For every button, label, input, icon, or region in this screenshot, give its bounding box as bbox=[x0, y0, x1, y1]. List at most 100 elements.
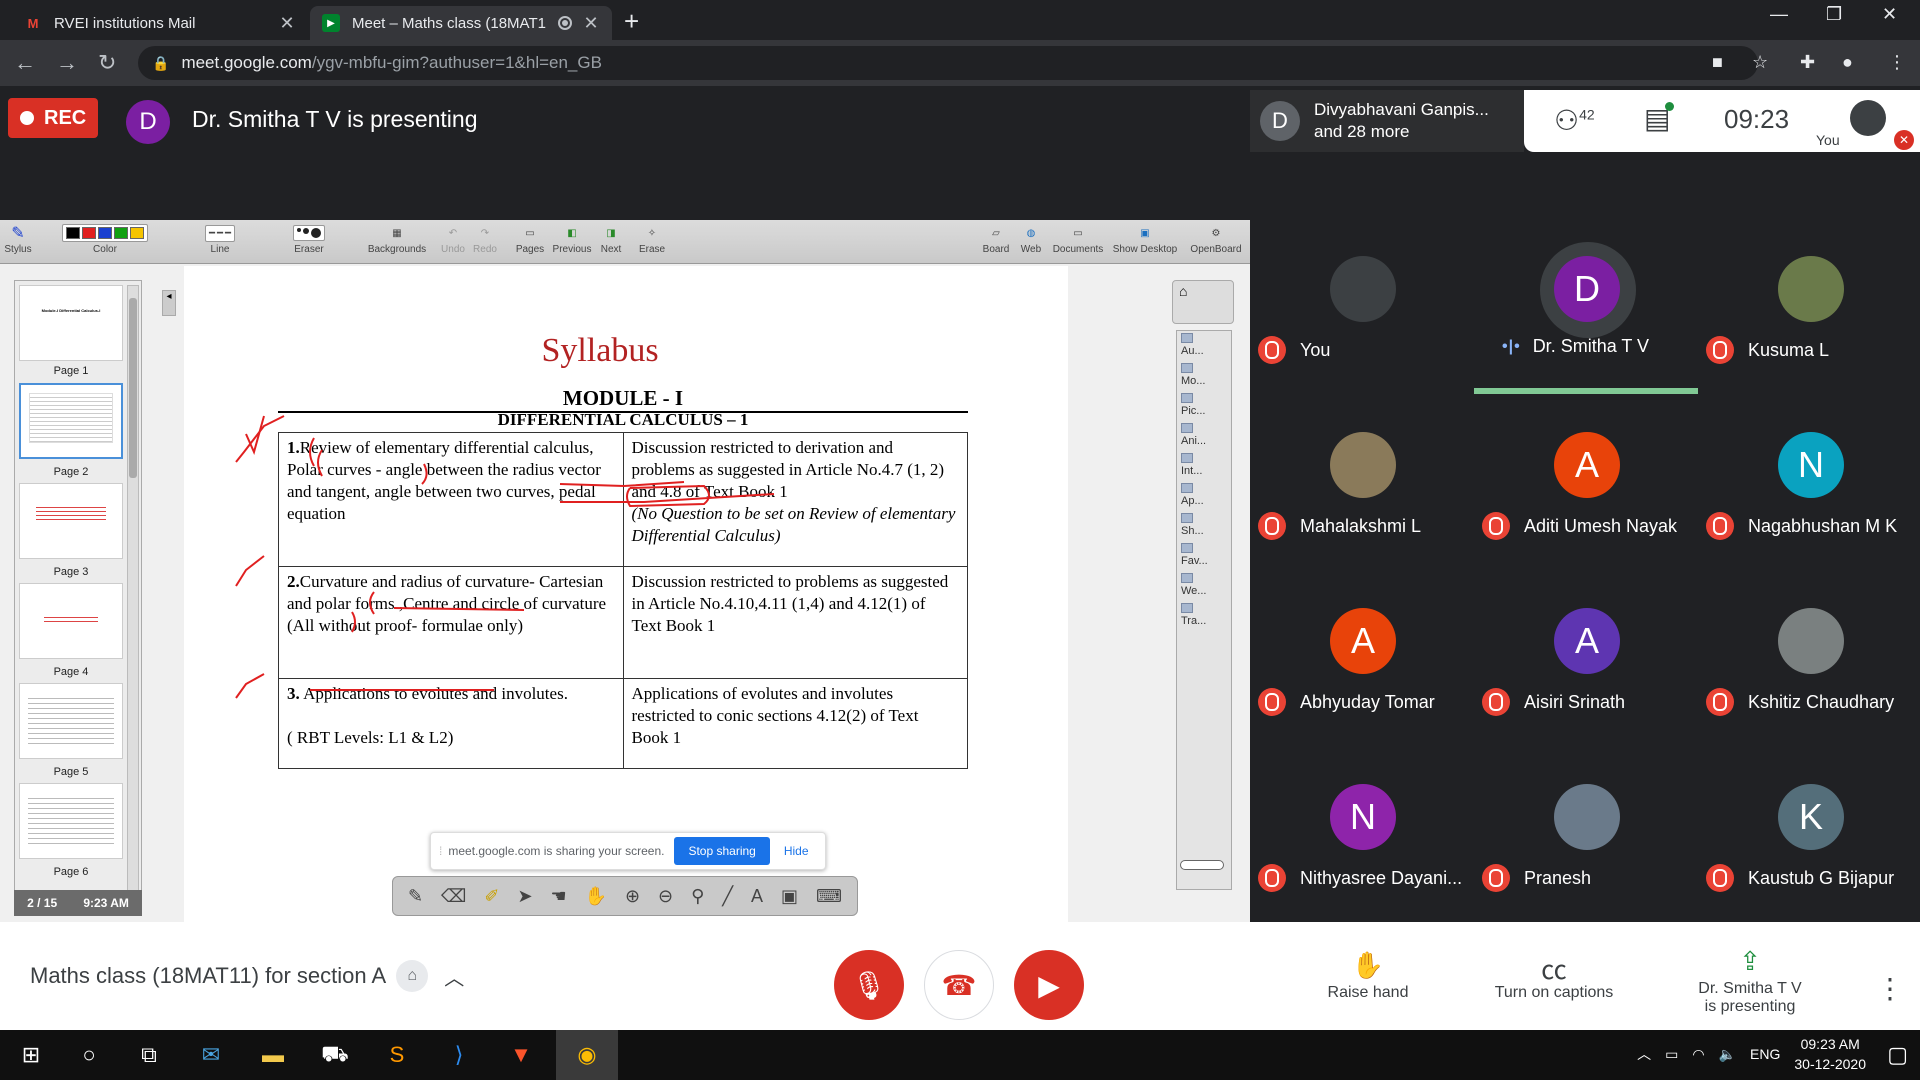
library-item[interactable]: Au... bbox=[1177, 331, 1231, 361]
board-tool[interactable]: ▱ Board bbox=[980, 222, 1012, 256]
laser-icon[interactable]: ⚲ bbox=[691, 886, 704, 907]
participant-tile[interactable]: Mahalakshmi L bbox=[1250, 396, 1474, 572]
participant-tile[interactable]: Pranesh bbox=[1474, 748, 1698, 924]
mic-toggle-button[interactable]: 🎙 bbox=[834, 950, 904, 1020]
store-icon[interactable]: ⛟ bbox=[320, 1040, 350, 1070]
library-item[interactable]: Tra... bbox=[1177, 601, 1231, 631]
eraser-medium-icon[interactable] bbox=[303, 228, 309, 234]
line-icon[interactable]: ╱ bbox=[722, 886, 733, 907]
maximize-icon[interactable]: ❐ bbox=[1826, 4, 1842, 25]
raise-hand-button[interactable]: ✋ Raise hand bbox=[1318, 950, 1418, 1002]
tab-meet[interactable]: ▶ Meet – Maths class (18MAT1 ✕ bbox=[310, 6, 612, 40]
erase-tool[interactable]: ✧ Erase bbox=[636, 222, 668, 256]
back-icon[interactable]: ← bbox=[14, 50, 36, 76]
line-medium-icon[interactable]: ━ bbox=[217, 228, 223, 239]
close-tab-icon[interactable]: ✕ bbox=[582, 13, 600, 34]
zoom-out-icon[interactable]: ⊖ bbox=[658, 886, 673, 907]
eraser-large-icon[interactable] bbox=[311, 228, 321, 238]
hand-icon[interactable]: ☚ bbox=[551, 886, 567, 907]
page-thumbnail[interactable] bbox=[19, 683, 123, 759]
language-indicator[interactable]: ENG bbox=[1750, 1046, 1780, 1062]
brave-icon[interactable]: ▼ bbox=[506, 1040, 536, 1070]
eraser-small-icon[interactable] bbox=[297, 228, 301, 232]
joined-notification[interactable]: D Divyabhavani Ganpis... and 28 more bbox=[1250, 90, 1524, 152]
chrome-icon[interactable]: ◉ bbox=[556, 1030, 618, 1080]
page-thumbnail[interactable] bbox=[19, 783, 123, 859]
color-swatch[interactable] bbox=[130, 227, 144, 239]
profile-icon[interactable]: ● bbox=[1842, 52, 1853, 73]
web-tool[interactable]: ◍ Web bbox=[1016, 222, 1046, 256]
page-thumbnail[interactable] bbox=[19, 483, 123, 559]
self-view-thumbnail[interactable] bbox=[1850, 100, 1886, 136]
windows-start-icon[interactable]: ⊞ bbox=[16, 1040, 46, 1070]
documents-tool[interactable]: ▭ Documents bbox=[1050, 222, 1106, 256]
library-item[interactable]: Ap... bbox=[1177, 481, 1231, 511]
color-tool[interactable]: Color bbox=[40, 222, 170, 255]
reload-icon[interactable]: ↻ bbox=[98, 50, 116, 76]
marker-icon[interactable]: ✐ bbox=[484, 886, 499, 907]
line-tool[interactable]: ━ ━ ━ Line bbox=[180, 222, 260, 255]
close-window-icon[interactable]: ✕ bbox=[1882, 4, 1897, 25]
page-thumbnail[interactable] bbox=[19, 383, 123, 459]
extensions-icon[interactable]: ✚ bbox=[1800, 52, 1815, 73]
text-icon[interactable]: A bbox=[751, 886, 763, 907]
captions-button[interactable]: ㏄ Turn on captions bbox=[1484, 950, 1624, 1002]
library-item[interactable]: Pic... bbox=[1177, 391, 1231, 421]
more-options-icon[interactable]: ⋮ bbox=[1876, 972, 1904, 1005]
library-item[interactable]: Int... bbox=[1177, 451, 1231, 481]
library-item[interactable]: Sh... bbox=[1177, 511, 1231, 541]
redo-tool[interactable]: ↷ Redo bbox=[470, 222, 500, 256]
library-item[interactable]: Mo... bbox=[1177, 361, 1231, 391]
file-explorer-icon[interactable]: ▬ bbox=[258, 1040, 288, 1070]
keyboard-icon[interactable]: ⌨ bbox=[816, 886, 842, 907]
notifications-icon[interactable]: ▢ bbox=[1887, 1042, 1908, 1068]
chevron-up-icon[interactable]: ︿ bbox=[444, 962, 464, 991]
presenting-button[interactable]: ⇪ Dr. Smitha T V is presenting bbox=[1690, 946, 1810, 1016]
camera-toggle-button[interactable]: ▶ bbox=[1014, 950, 1084, 1020]
home-icon[interactable]: ⌂ bbox=[1173, 281, 1233, 301]
line-thick-icon[interactable]: ━ bbox=[225, 228, 231, 239]
sublime-icon[interactable]: S bbox=[382, 1040, 412, 1070]
color-swatch[interactable] bbox=[82, 227, 96, 239]
openboard-menu[interactable]: ⚙ OpenBoard bbox=[1184, 222, 1248, 256]
pages-tool[interactable]: ▭ Pages bbox=[512, 222, 548, 256]
minimize-icon[interactable]: — bbox=[1770, 4, 1788, 25]
zoom-in-icon[interactable]: ⊕ bbox=[625, 886, 640, 907]
camera-icon[interactable]: ■ bbox=[1712, 52, 1723, 73]
color-swatches[interactable] bbox=[62, 224, 148, 242]
library-item[interactable]: Ani... bbox=[1177, 421, 1231, 451]
attachment-icon[interactable]: ⌂ bbox=[396, 960, 429, 992]
next-tool[interactable]: ◨ Next bbox=[596, 222, 626, 256]
bookmark-star-icon[interactable]: ☆ bbox=[1752, 52, 1768, 73]
recording-button[interactable]: REC bbox=[8, 98, 98, 138]
tab-gmail[interactable]: M RVEI institutions Mail ✕ bbox=[12, 6, 308, 40]
color-swatch[interactable] bbox=[98, 227, 112, 239]
mail-icon[interactable]: ✉ bbox=[196, 1040, 226, 1070]
capture-icon[interactable]: ▣ bbox=[781, 886, 798, 907]
thumbnail-scrollbar[interactable] bbox=[127, 285, 139, 897]
battery-icon[interactable]: ▭ bbox=[1665, 1046, 1678, 1063]
grab-icon[interactable]: ✋ bbox=[585, 886, 607, 907]
participant-tile[interactable]: Kshitiz Chaudhary bbox=[1698, 572, 1920, 748]
library-item[interactable]: Fav... bbox=[1177, 541, 1231, 571]
forward-icon[interactable]: → bbox=[56, 50, 78, 76]
hide-button[interactable]: Hide bbox=[784, 844, 809, 858]
participant-tile[interactable]: K Kaustub G Bijapur bbox=[1698, 748, 1920, 924]
collapse-left-panel-icon[interactable]: ◂ bbox=[162, 290, 176, 316]
library-nav[interactable]: ⌂ bbox=[1172, 280, 1234, 324]
participant-tile[interactable]: D •|• Dr. Smitha T V bbox=[1474, 220, 1698, 396]
pen-icon[interactable]: ✎ bbox=[408, 886, 423, 907]
previous-tool[interactable]: ◧ Previous bbox=[550, 222, 594, 256]
page-thumbnail[interactable]: Module-I Differential Calculus-I bbox=[19, 285, 123, 361]
participant-tile[interactable]: N Nagabhushan M K bbox=[1698, 396, 1920, 572]
clock[interactable]: 09:23 AM 30-12-2020 bbox=[1794, 1034, 1866, 1074]
close-tab-icon[interactable]: ✕ bbox=[278, 13, 296, 34]
chat-button[interactable]: ▤ bbox=[1644, 102, 1675, 135]
participant-tile[interactable]: A Abhyuday Tomar bbox=[1250, 572, 1474, 748]
show-desktop-tool[interactable]: ▣ Show Desktop bbox=[1108, 222, 1182, 256]
participant-tile[interactable]: Kusuma L bbox=[1698, 220, 1920, 396]
color-swatch[interactable] bbox=[114, 227, 128, 239]
vscode-icon[interactable]: ⟩ bbox=[444, 1040, 474, 1070]
chrome-menu-icon[interactable]: ⋮ bbox=[1888, 52, 1906, 73]
stylus-tool[interactable]: ✎ Stylus bbox=[2, 222, 34, 255]
